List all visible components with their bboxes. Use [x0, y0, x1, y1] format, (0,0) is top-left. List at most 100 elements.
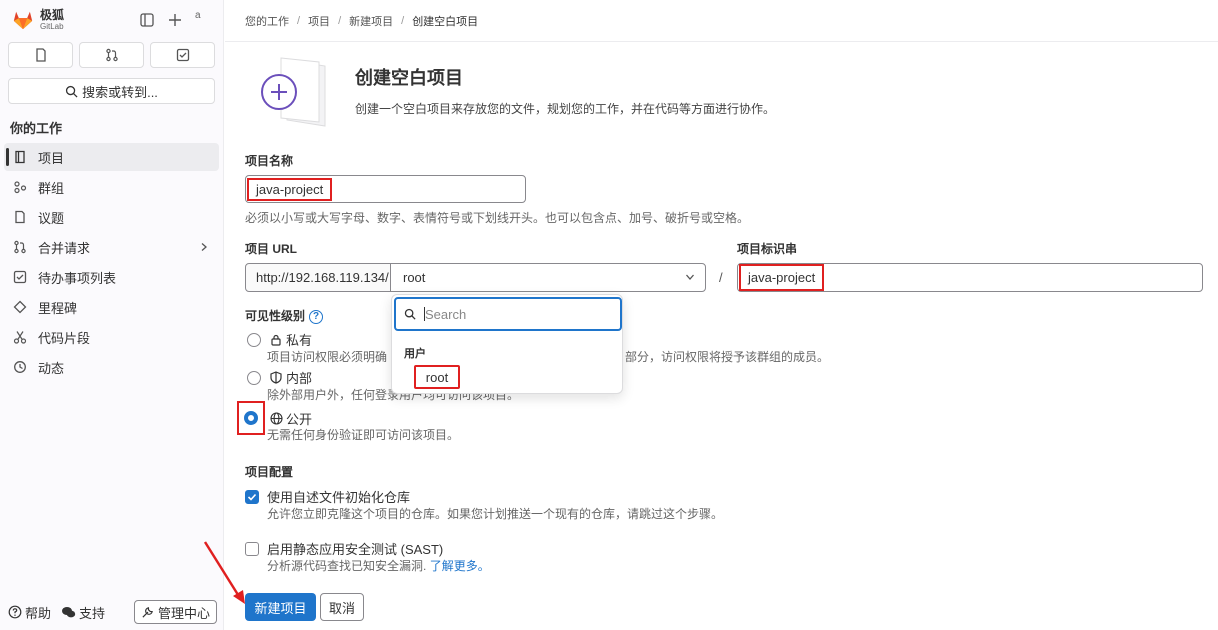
dropdown-group-label: 用户 [404, 348, 426, 360]
globe-icon [269, 411, 283, 425]
search-button[interactable]: 搜索或转到... [8, 78, 215, 104]
issues-icon [12, 209, 28, 225]
private-radio-wrap [245, 331, 263, 349]
breadcrumb: 您的工作 / 项目 / 新建项目 / 创建空白项目 [225, 0, 1218, 42]
page-title: 创建空白项目 [355, 68, 463, 88]
help-link[interactable]: 帮助 [8, 603, 51, 622]
sidebar-item-label: 项目 [38, 150, 65, 166]
private-desc-tail: 部分，访问权限将授予该群组的成员。 [625, 350, 830, 364]
sidebar: 极狐 GitLab a 搜索或转到... 你的工作 项目 群组 议题 合并请求 … [0, 0, 224, 630]
public-radio-wrap [237, 401, 265, 435]
private-radio[interactable] [247, 332, 261, 347]
breadcrumb-item[interactable]: 新建项目 [349, 13, 393, 29]
sidebar-header-actions: a [139, 10, 215, 30]
project-name-value: java-project [246, 177, 333, 201]
private-desc: 项目访问权限必须明确 [267, 350, 388, 364]
merge-request-icon [105, 48, 118, 62]
help-icon [8, 605, 22, 619]
sidebar-item-todos[interactable]: 待办事项列表 [4, 263, 219, 291]
avatar[interactable]: a [195, 10, 215, 30]
internal-radio[interactable] [247, 370, 261, 385]
project-name-help: 必须以小写或大写字母、数字、表情符号或下划线开头。也可以包含点、加号、破折号或空… [245, 211, 750, 225]
private-label: 私有 [286, 333, 313, 348]
brand-name: 极狐 GitLab [40, 9, 64, 31]
issues-tab[interactable] [8, 42, 73, 68]
project-name-field[interactable]: java-project [245, 175, 526, 203]
blank-project-illustration [261, 57, 326, 127]
visibility-private-option[interactable]: 私有 [245, 330, 312, 349]
project-icon [12, 149, 28, 165]
create-project-button[interactable]: 新建项目 [245, 593, 316, 621]
visibility-internal-option[interactable]: 内部 [245, 368, 312, 387]
help-icon[interactable]: ? [309, 309, 324, 324]
project-name-label: 项目名称 [245, 154, 294, 168]
group-icon [12, 179, 28, 195]
brand-title: 极狐 [40, 8, 65, 22]
todo-icon [12, 269, 28, 285]
breadcrumb-separator: / [297, 14, 301, 27]
issues-icon [35, 48, 46, 62]
todo-tab[interactable] [150, 42, 215, 68]
project-url-label: 项目 URL [245, 242, 297, 256]
plus-icon[interactable] [167, 12, 183, 28]
sidebar-item-label: 合并请求 [38, 240, 91, 256]
merge-requests-tab[interactable] [79, 42, 144, 68]
dropdown-item-root[interactable]: root [414, 365, 460, 389]
learn-more-link[interactable]: 了解更多。 [430, 559, 490, 573]
snippet-icon [12, 329, 28, 345]
sast-desc: 分析源代码查找已知安全漏洞. 了解更多。 [267, 557, 490, 574]
gitlab-logo[interactable] [12, 9, 34, 31]
sidebar-item-label: 代码片段 [38, 330, 91, 346]
sidebar-item-projects[interactable]: 项目 [4, 143, 219, 171]
support-link[interactable]: 支持 [61, 603, 105, 622]
sidebar-item-label: 里程碑 [38, 300, 78, 316]
breadcrumb-item[interactable]: 项目 [308, 13, 330, 29]
sidebar-item-label: 议题 [38, 210, 65, 226]
internal-radio-wrap [245, 369, 263, 387]
readme-checkbox[interactable] [245, 489, 259, 504]
admin-button[interactable]: 管理中心 [133, 600, 217, 624]
milestone-icon [12, 299, 28, 315]
lock-icon [269, 333, 283, 347]
shield-icon [269, 371, 283, 385]
main-content: 您的工作 / 项目 / 新建项目 / 创建空白项目 创建空白项目 创建一个空白项… [225, 0, 1218, 630]
search-label: 搜索或转到... [82, 84, 158, 100]
sidebar-footer: 帮助 支持 管理中心 [8, 600, 217, 624]
search-icon [66, 85, 78, 98]
todo-icon [176, 48, 189, 62]
sidebar-item-activity[interactable]: 动态 [4, 353, 219, 381]
sidebar-item-label: 待办事项列表 [38, 270, 117, 286]
sast-checkbox[interactable] [245, 541, 259, 556]
admin-label: 管理中心 [157, 605, 210, 621]
namespace-search-input[interactable]: Search [394, 297, 622, 331]
sidebar-item-issues[interactable]: 议题 [4, 203, 219, 231]
sidebar-item-groups[interactable]: 群组 [4, 173, 219, 201]
url-prefix: http://192.168.119.134/ [245, 263, 391, 292]
project-slug-field[interactable]: java-project [737, 263, 1203, 292]
activity-icon [12, 359, 28, 375]
visibility-label: 可见性级别? [245, 307, 324, 324]
namespace-select[interactable]: root [390, 263, 706, 292]
namespace-search-placeholder: Search [425, 306, 467, 322]
sidebar-header: 极狐 GitLab a [0, 0, 223, 40]
sast-option[interactable]: 启用静态应用安全测试 (SAST) [245, 539, 443, 558]
wrench-icon [142, 606, 153, 618]
breadcrumb-item[interactable]: 您的工作 [245, 13, 289, 29]
page-header: 创建空白项目 创建一个空白项目来存放您的文件，规划您的工作，并在代码等方面进行协… [247, 56, 775, 128]
project-slug-value: java-project [738, 264, 825, 291]
readme-option[interactable]: 使用自述文件初始化仓库 [245, 487, 410, 506]
public-radio[interactable] [244, 411, 258, 425]
chevron-down-icon [685, 270, 695, 285]
sidebar-toggle-icon[interactable] [139, 12, 155, 28]
public-label: 公开 [286, 411, 313, 427]
sidebar-item-milestones[interactable]: 里程碑 [4, 293, 219, 321]
cancel-button[interactable]: 取消 [320, 593, 364, 621]
sidebar-item-snippets[interactable]: 代码片段 [4, 323, 219, 351]
internal-label: 内部 [286, 371, 313, 386]
brand-subtitle: GitLab [40, 22, 64, 31]
sidebar-item-merge-requests[interactable]: 合并请求 [4, 233, 219, 261]
check-icon [247, 493, 257, 501]
breadcrumb-separator: / [401, 14, 405, 27]
visibility-label-text: 可见性级别 [245, 309, 306, 323]
sidebar-item-label: 群组 [38, 180, 65, 196]
